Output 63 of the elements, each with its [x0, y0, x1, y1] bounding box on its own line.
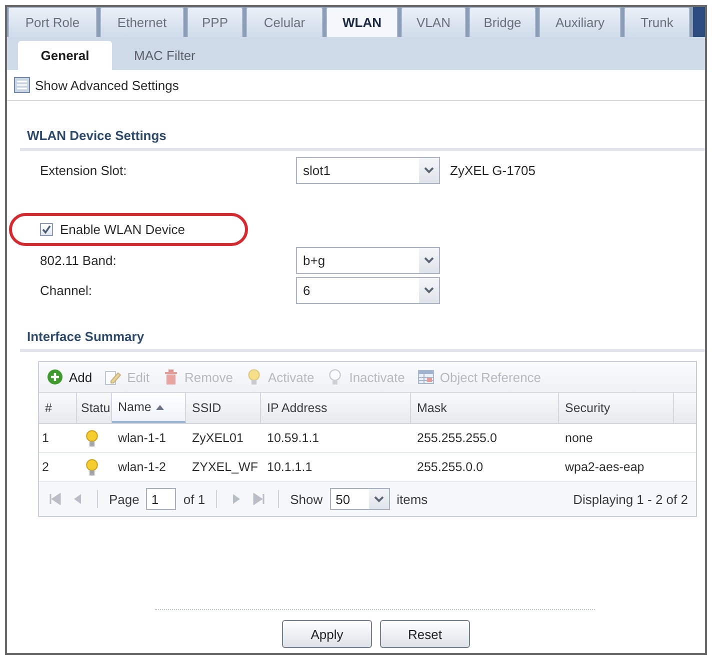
tab[interactable]: PPP — [187, 7, 243, 37]
tab[interactable]: Auxiliary — [539, 7, 621, 37]
tab[interactable]: WLAN — [326, 7, 398, 37]
tab[interactable]: VLAN — [401, 7, 466, 37]
section-heading: Interface Summary — [27, 329, 144, 344]
field-label: 802.11 Band: — [40, 253, 118, 268]
column-header[interactable]: Mask — [411, 393, 559, 423]
device-model-text: ZyXEL G-1705 — [450, 163, 536, 178]
sort-ascending-icon — [156, 404, 164, 410]
tab[interactable]: Port Role — [8, 7, 97, 37]
checkbox[interactable] — [40, 223, 53, 236]
table-cell-text: ZYXEL_WF — [191, 459, 259, 476]
list-icon — [14, 77, 30, 93]
table-cell-text: wlan-1-2 — [117, 459, 167, 476]
show-advanced-toggle[interactable]: Show Advanced Settings — [14, 77, 179, 93]
items-label: items — [396, 492, 428, 506]
subtab[interactable]: General — [18, 41, 112, 70]
table-cell-text: 10.59.1.1 — [266, 430, 320, 447]
show-label: Show — [290, 492, 323, 506]
tab[interactable]: Ethernet — [100, 7, 184, 37]
lightbulb-icon — [246, 369, 262, 385]
section-heading: WLAN Device Settings — [27, 128, 166, 143]
lightbulb-outline-icon — [327, 369, 344, 385]
table-icon — [418, 369, 434, 385]
dropdown[interactable]: slot1 — [296, 157, 440, 184]
dropdown[interactable]: 6 — [296, 277, 440, 304]
dropdown[interactable]: b+g — [296, 247, 440, 274]
pencil-icon — [105, 369, 122, 385]
checkbox-label: Enable WLAN Device — [60, 222, 185, 237]
subtab[interactable]: MAC Filter — [120, 41, 210, 70]
table-cell-text: wpa2-aes-eap — [564, 459, 646, 476]
column-header[interactable]: SSID — [186, 393, 261, 423]
field-label: Extension Slot: — [40, 163, 128, 178]
chevron-down-icon — [424, 257, 434, 264]
table-cell-text: 1 — [41, 430, 50, 447]
table-cell-text: 255.255.0.0 — [416, 459, 484, 476]
chevron-down-icon — [424, 167, 434, 174]
table-cell-text: 10.1.1.1 — [266, 459, 314, 476]
column-header[interactable]: IP Address — [261, 393, 411, 423]
tab[interactable]: Trunk — [624, 7, 690, 37]
trash-icon — [162, 369, 179, 385]
page-input[interactable]: 1 — [146, 488, 176, 510]
column-header[interactable]: Name — [112, 393, 186, 423]
table-cell-text: 255.255.255.0 — [416, 430, 498, 447]
page-count-text: of 1 — [183, 492, 206, 506]
toolbar-button[interactable]: Add — [47, 369, 92, 385]
action-button[interactable]: Reset — [380, 620, 470, 648]
action-button[interactable]: Apply — [282, 620, 372, 648]
column-header[interactable]: Security — [559, 393, 674, 423]
plus-circle-icon — [47, 369, 63, 385]
table-cell-text: 2 — [41, 459, 50, 476]
table-cell-text: wlan-1-1 — [117, 430, 167, 447]
field-label: Channel: — [40, 283, 94, 298]
page-size-dropdown[interactable]: 50 — [330, 488, 390, 510]
page-label: Page — [109, 492, 140, 506]
table-cell-text: ZyXEL01 — [191, 430, 244, 447]
column-header[interactable]: # — [39, 393, 77, 423]
tab[interactable]: Celular — [246, 7, 323, 37]
tab[interactable]: Bridge — [469, 7, 536, 37]
chevron-down-icon — [424, 287, 434, 294]
table-cell-text: none — [564, 430, 594, 447]
display-summary: Displaying 1 - 2 of 2 — [573, 492, 688, 506]
chevron-down-icon — [374, 496, 384, 502]
